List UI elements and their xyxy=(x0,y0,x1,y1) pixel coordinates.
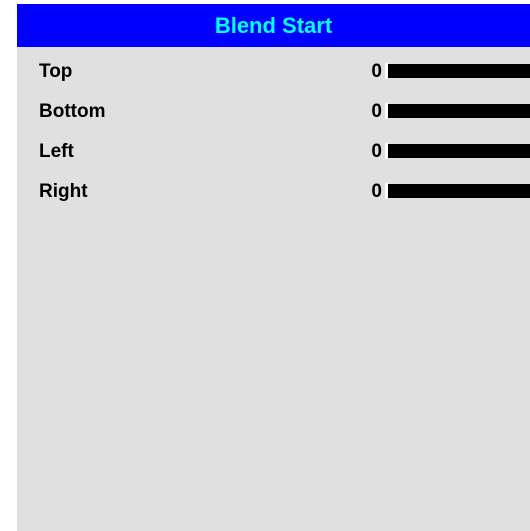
menu-item-value: 0 xyxy=(371,181,382,202)
menu-item-label: Top xyxy=(39,61,73,82)
left-slider[interactable] xyxy=(385,143,530,159)
menu-item-top[interactable]: Top 0 xyxy=(17,57,530,87)
menu-item-right[interactable]: Right 0 xyxy=(17,177,530,207)
menu-item-bottom[interactable]: Bottom 0 xyxy=(17,97,530,127)
menu-title: Blend Start xyxy=(17,4,530,47)
top-slider[interactable] xyxy=(385,63,530,79)
menu-item-label: Bottom xyxy=(39,101,106,122)
menu-item-left[interactable]: Left 0 xyxy=(17,137,530,167)
slider-thumb[interactable] xyxy=(385,103,388,119)
menu-item-label: Right xyxy=(39,181,88,202)
menu-item-label: Left xyxy=(39,141,74,162)
bottom-slider[interactable] xyxy=(385,103,530,119)
slider-thumb[interactable] xyxy=(385,183,388,199)
menu-item-value: 0 xyxy=(371,101,382,122)
right-slider[interactable] xyxy=(385,183,530,199)
menu-item-value: 0 xyxy=(371,61,382,82)
slider-thumb[interactable] xyxy=(385,63,388,79)
menu-item-value: 0 xyxy=(371,141,382,162)
slider-thumb[interactable] xyxy=(385,143,388,159)
blend-start-menu: Blend Start Top 0 Bottom 0 Left 0 Right … xyxy=(17,4,530,531)
